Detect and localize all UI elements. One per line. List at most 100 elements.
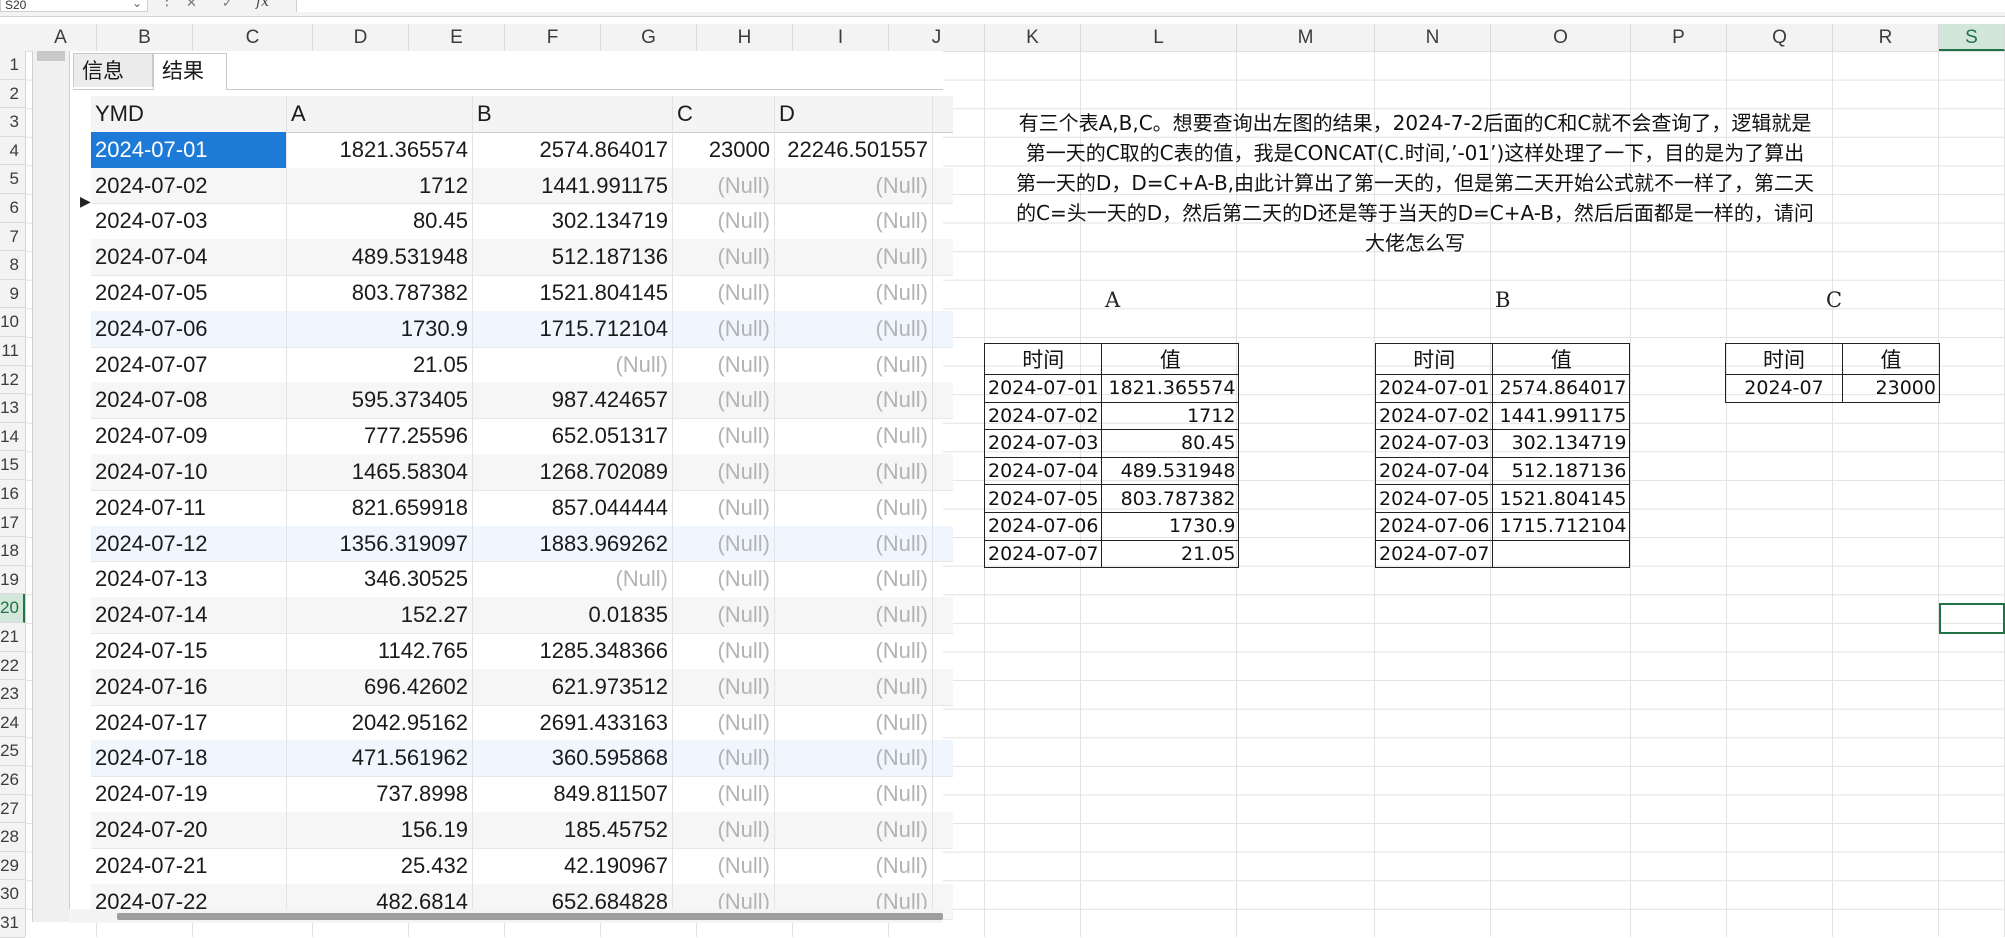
result-cell-c[interactable]: (Null) <box>673 668 775 705</box>
result-row[interactable]: 2024-07-15 1142.765 1285.348366 (Null) (Null… <box>91 633 953 670</box>
result-cell-c[interactable]: (Null) <box>673 489 775 526</box>
result-cell-b[interactable]: (Null) <box>473 346 673 383</box>
result-cell-c[interactable]: 23000 <box>673 131 775 168</box>
check-icon[interactable]: ✓ <box>222 0 233 11</box>
column-header-o[interactable]: O <box>1491 24 1631 51</box>
date-cell[interactable]: 2024-07-01 <box>1374 374 1494 403</box>
row-header-7[interactable]: 7 <box>0 223 25 252</box>
date-cell[interactable]: 2024-07-03 <box>1374 429 1494 458</box>
value-cell[interactable]: 489.531948 <box>1101 456 1240 486</box>
result-cell-ymd[interactable]: 2024-07-05 <box>91 275 287 311</box>
row-header-31[interactable]: 31 <box>0 909 25 938</box>
result-cell-ymd[interactable]: 2024-07-09 <box>91 418 287 454</box>
result-cell-d[interactable]: (Null) <box>775 203 933 240</box>
value-cell[interactable]: 1521.804145 <box>1492 484 1631 513</box>
row-header-21[interactable]: 21 <box>0 623 25 652</box>
date-cell[interactable]: 2024-07-01 <box>983 374 1103 403</box>
date-cell[interactable]: 2024-07-07 <box>1374 539 1494 569</box>
result-cell-b[interactable]: 1521.804145 <box>473 275 673 311</box>
value-cell[interactable]: 803.787382 <box>1101 484 1240 513</box>
date-cell[interactable]: 2024-07 <box>1725 374 1843 403</box>
result-cell-a[interactable]: 1730.9 <box>287 310 473 347</box>
row-header-19[interactable]: 19 <box>0 566 25 595</box>
result-cell-a[interactable]: 737.8998 <box>287 776 473 812</box>
result-cell-d[interactable]: (Null) <box>775 525 933 562</box>
column-header-g[interactable]: G <box>601 24 697 51</box>
result-cell-c[interactable]: (Null) <box>673 633 775 669</box>
date-cell[interactable]: 2024-07-06 <box>983 511 1103 541</box>
result-cell-ymd[interactable]: 2024-07-17 <box>91 704 287 741</box>
result-cell-ymd[interactable]: 2024-07-03 <box>91 203 287 240</box>
column-header-c[interactable]: C <box>193 24 313 51</box>
tab-info[interactable]: 信息 <box>73 53 153 87</box>
table-header-cell[interactable]: 值 <box>1101 343 1240 375</box>
result-cell-a[interactable]: 777.25596 <box>287 418 473 454</box>
scrollbar-thumb[interactable] <box>117 913 943 920</box>
result-cell-c[interactable]: (Null) <box>673 847 775 884</box>
value-cell[interactable]: 1730.9 <box>1101 511 1240 541</box>
result-cell-b[interactable]: 621.973512 <box>473 668 673 705</box>
value-cell[interactable]: 21.05 <box>1101 539 1240 569</box>
result-cell-c[interactable]: (Null) <box>673 310 775 347</box>
value-cell[interactable]: 1712 <box>1101 401 1240 431</box>
table-header-cell[interactable]: 时间 <box>1374 343 1494 375</box>
result-cell-d[interactable]: (Null) <box>775 275 933 311</box>
result-cell-b[interactable]: 1268.702089 <box>473 454 673 490</box>
result-row[interactable]: 2024-07-17 2042.95162 2691.433163 (Null) (Nu… <box>91 704 953 742</box>
result-cell-c[interactable]: (Null) <box>673 740 775 777</box>
result-cell-a[interactable]: 2042.95162 <box>287 704 473 741</box>
result-row[interactable]: 2024-07-20 156.19 185.45752 (Null) (Null) <box>91 812 953 849</box>
row-header-18[interactable]: 18 <box>0 537 25 566</box>
column-header-i[interactable]: I <box>793 24 889 51</box>
date-cell[interactable]: 2024-07-06 <box>1374 511 1494 541</box>
result-row[interactable]: 2024-07-18 471.561962 360.595868 (Null) (Nul… <box>91 740 953 778</box>
result-cell-c[interactable]: (Null) <box>673 239 775 275</box>
result-cell-d[interactable]: (Null) <box>775 239 933 275</box>
row-header-14[interactable]: 14 <box>0 423 25 452</box>
column-header-p[interactable]: P <box>1631 24 1727 51</box>
result-cell-ymd[interactable]: 2024-07-06 <box>91 310 287 347</box>
row-header-26[interactable]: 26 <box>0 766 25 795</box>
result-cell-d[interactable]: (Null) <box>775 489 933 526</box>
row-header-6[interactable]: 6 <box>0 194 25 223</box>
row-header-24[interactable]: 24 <box>0 709 25 738</box>
result-cell-ymd[interactable]: 2024-07-02 <box>91 167 287 204</box>
result-cell-a[interactable]: 1356.319097 <box>287 525 473 562</box>
result-cell-d[interactable]: 22246.501557 <box>775 131 933 168</box>
result-cell-ymd[interactable]: 2024-07-21 <box>91 847 287 884</box>
result-row[interactable]: 2024-07-11 821.659918 857.044444 (Null) (Nul… <box>91 489 953 527</box>
column-header-a[interactable]: A <box>25 24 97 51</box>
row-header-8[interactable]: 8 <box>0 251 25 280</box>
result-cell-a[interactable]: 25.432 <box>287 847 473 884</box>
column-header-b[interactable]: B <box>97 24 193 51</box>
result-cell-ymd[interactable]: 2024-07-01 <box>91 131 287 168</box>
row-header-3[interactable]: 3 <box>0 108 25 137</box>
result-cell-ymd[interactable]: 2024-07-16 <box>91 668 287 705</box>
result-cell-a[interactable]: 21.05 <box>287 346 473 383</box>
result-cell-b[interactable]: 360.595868 <box>473 740 673 777</box>
column-header-m[interactable]: M <box>1237 24 1375 51</box>
result-cell-d[interactable]: (Null) <box>775 704 933 741</box>
table-header-cell[interactable]: 值 <box>1492 343 1631 375</box>
result-cell-a[interactable]: 346.30525 <box>287 561 473 598</box>
result-cell-b[interactable]: 1715.712104 <box>473 310 673 347</box>
result-row[interactable]: 2024-07-12 1356.319097 1883.969262 (Null) (N… <box>91 525 953 563</box>
row-header-4[interactable]: 4 <box>0 137 25 166</box>
result-cell-d[interactable]: (Null) <box>775 847 933 884</box>
result-cell-a[interactable]: 1821.365574 <box>287 131 473 168</box>
result-cell-a[interactable]: 696.42602 <box>287 668 473 705</box>
result-cell-d[interactable]: (Null) <box>775 561 933 598</box>
result-row[interactable]: 2024-07-08 595.373405 987.424657 (Null) (Nul… <box>91 382 953 420</box>
value-cell[interactable]: 2574.864017 <box>1492 374 1631 403</box>
result-cell-ymd[interactable]: 2024-07-20 <box>91 812 287 848</box>
result-cell-d[interactable]: (Null) <box>775 310 933 347</box>
column-header-j[interactable]: J <box>889 24 985 51</box>
result-cell-ymd[interactable]: 2024-07-15 <box>91 633 287 669</box>
result-cell-a[interactable]: 821.659918 <box>287 489 473 526</box>
result-cell-ymd[interactable]: 2024-07-19 <box>91 776 287 812</box>
result-cell-d[interactable]: (Null) <box>775 597 933 633</box>
result-header-ymd[interactable]: YMD <box>91 96 287 132</box>
column-header-l[interactable]: L <box>1081 24 1237 51</box>
result-row[interactable]: 2024-07-09 777.25596 652.051317 (Null) (Null… <box>91 418 953 455</box>
row-header-12[interactable]: 12 <box>0 366 25 395</box>
